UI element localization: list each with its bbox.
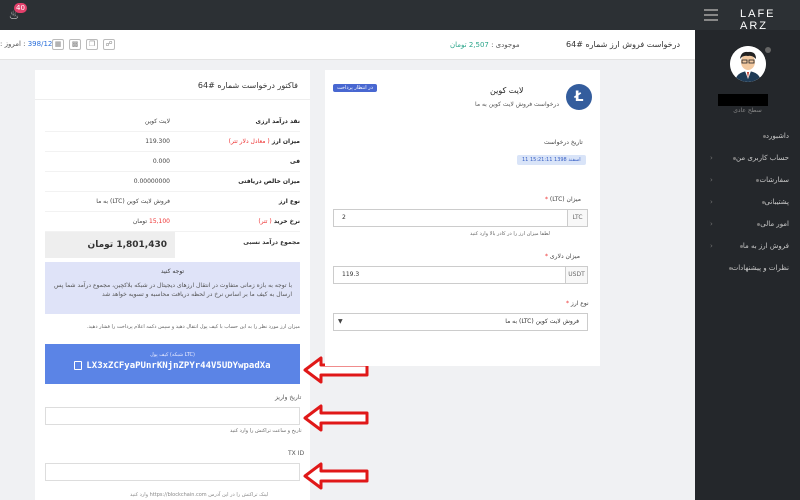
coin-title: لایت کوین [490,86,524,95]
amount-input[interactable]: 2 LTC [333,209,588,227]
amount-help: لطفا میزان ارز را در کادر بالا وارد کنید [470,231,550,237]
sidebar-item-feedback[interactable]: نظرات و پیشنهادات [700,260,795,276]
balance-value: 2,507 تومان [450,41,489,49]
coin-subtitle: درخواست فروش لایت کوین به ما [475,101,560,108]
invoice-row: نقد درآمد ارزی لایت کوین [45,112,300,132]
logo[interactable]: LAFE ARZ [740,8,800,32]
currency-type-select[interactable]: فروش لایت کوین (LTC) به ما ▼ [333,313,588,331]
total-value: 1,801,430 تومان [45,232,175,258]
invoice-row: میزان خالص دریافتی 0.00000000 [45,172,300,192]
invoice-row: نرخ خرید ( تتر) 15,100 تومان [45,212,300,232]
settings-dot-icon[interactable] [765,47,771,53]
litecoin-icon: Ł [566,84,592,110]
total-row: مجموع درآمد نسبی 1,801,430 تومان [45,232,300,258]
invoice-row: نوع ارز فروش لایت کوین (LTC) به ما [45,192,300,212]
amount-label: میزان (LTC) * [545,196,581,203]
request-date-badge: 11 اسفند 1398 15:21:11 [517,155,586,165]
caret-down-icon: ▼ [338,318,343,325]
sidebar-item-sell-currency[interactable]: ‹ فروش ارز به ما [700,238,795,254]
copy-icon[interactable]: ❐ [86,39,98,50]
page-title: درخواست فروش ارز شماره #64 [566,40,680,49]
notice-title: توجه کنید [160,268,185,275]
sidebar-item-account[interactable]: ‹ حساب کاربری من [700,150,795,166]
image-icon[interactable]: ▩ [69,39,81,50]
wallet-box[interactable]: کیف پول (شبکه LTC) LX3xZCFyaPUnrKNjnZPYr… [45,344,300,384]
invoice-row: میزان ارز ( معادل دلار تتر) 119.300 [45,132,300,152]
notification-badge: 40 [14,3,27,13]
txid-help: لینک تراکنش را در این آدرس https://block… [130,492,269,498]
request-date-label: تاریخ درخواست [544,139,583,146]
avatar[interactable] [730,46,766,82]
payment-date-help: تاریخ و ساعت تراکنش را وارد کنید [230,428,302,434]
sidebar-item-dashboard[interactable]: داشبورد [700,128,795,144]
user-name-redacted [718,94,768,106]
dollar-unit: USDT [565,267,587,283]
wallet-label: کیف پول (شبکه LTC) [150,352,195,358]
wallet-address[interactable]: LX3xZCFyaPUnrKNjnZPYr44V5UDYwpadXa [86,361,270,371]
top-bar [0,0,800,30]
amount-unit: LTC [567,210,587,226]
txid-input[interactable] [45,463,300,481]
notice-text: با توجه به بازه زمانی متفاوت در انتقال ا… [53,282,292,298]
dollar-input[interactable]: 119.3 USDT [333,266,588,284]
red-arrow-icon [303,404,369,432]
payment-date-label: تاریخ واریز [275,394,302,401]
chart-icon[interactable]: ▦ [52,39,64,50]
red-arrow-icon [303,462,369,490]
menu-icon[interactable] [704,9,718,21]
copy-icon[interactable] [74,361,83,370]
cart-icon[interactable]: ☍ [103,39,115,50]
currency-type-label: نوع ارز * [566,300,589,307]
payment-date-input[interactable] [45,407,300,425]
txid-label: TX ID [288,450,305,457]
sidebar-item-orders[interactable]: ‹ سفارشات [700,172,795,188]
notice-box: توجه کنید با توجه به بازه زمانی متفاوت د… [45,262,300,314]
transfer-help-text: میزان ارز مورد نظر را به این حساب با کیف… [86,324,300,330]
balance: موجودی : 2,507 تومان [450,41,520,49]
dollar-label: میزان دلاری * [545,253,580,260]
invoice-row: فی 0.000 [45,152,300,172]
sidebar-item-support[interactable]: ‹ پشتیبانی [700,194,795,210]
invoice-title: فاکتور درخواست شماره #64 [35,72,310,100]
status-badge: در انتظار پرداخت [333,84,377,92]
user-role: سطح عادی [733,107,762,114]
sidebar-item-finance[interactable]: ‹ امور مالی [700,216,795,232]
